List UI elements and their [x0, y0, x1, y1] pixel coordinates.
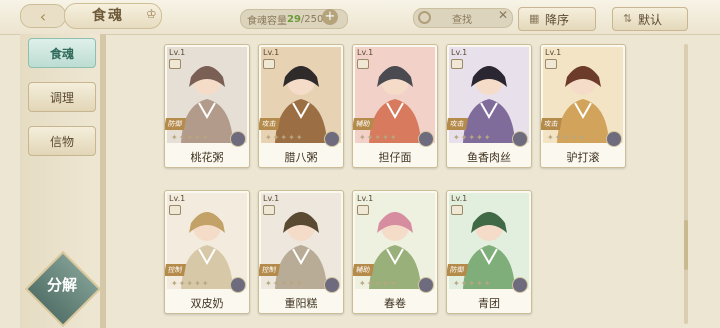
- capacity-total: /250: [300, 13, 324, 25]
- sort-icon: ▦: [529, 12, 540, 25]
- food-soul-card[interactable]: Lv.1 防御 ✦✦✦✦✦ 桃花粥: [164, 44, 250, 168]
- capacity-current: 29: [287, 13, 301, 25]
- swap-icon: ⇅: [623, 12, 633, 25]
- card-name: 青团: [478, 297, 500, 310]
- tab-tokens-label: 信物: [49, 134, 74, 149]
- clear-search-icon[interactable]: ✕: [498, 8, 508, 22]
- tab-conditioning-label: 调理: [49, 90, 74, 105]
- star-rating: ✦✦✦✦✦: [453, 279, 492, 288]
- card-name: 桃花粥: [190, 151, 224, 164]
- tab-tokens[interactable]: 信物: [28, 126, 96, 156]
- lock-icon[interactable]: [357, 59, 369, 69]
- star-rating: ✦✦✦✦✦: [359, 133, 398, 142]
- decompose-label: 分解: [46, 276, 77, 294]
- tab-conditioning[interactable]: 调理: [28, 82, 96, 112]
- food-soul-card[interactable]: Lv.1 辅助 ✦✦✦✦✦ 担仔面: [352, 44, 438, 168]
- card-name: 双皮奶: [190, 297, 224, 310]
- lock-icon[interactable]: [263, 205, 275, 215]
- tab-food-souls-label: 食魂: [49, 46, 74, 61]
- card-level: Lv.1: [169, 194, 186, 203]
- star-rating: ✦✦✦✦✦: [265, 279, 304, 288]
- food-soul-card[interactable]: Lv.1 攻击 ✦✦✦✦✦ 鱼香肉丝: [446, 44, 532, 168]
- sort-mode-button[interactable]: ⇅ 默认: [612, 7, 688, 31]
- element-badge-icon: [230, 277, 246, 293]
- element-badge-icon: [324, 131, 340, 147]
- card-level: Lv.1: [263, 48, 280, 57]
- card-name: 腊八粥: [284, 151, 318, 164]
- sort-order-button[interactable]: ▦ 降序: [518, 7, 596, 31]
- role-badge: 辅助: [353, 264, 375, 276]
- card-name: 春卷: [384, 297, 406, 310]
- element-badge-icon: [324, 277, 340, 293]
- card-name: 鱼香肉丝: [467, 151, 511, 164]
- role-badge: 防御: [447, 264, 469, 276]
- lock-icon[interactable]: [169, 59, 181, 69]
- card-level: Lv.1: [545, 48, 562, 57]
- element-badge-icon: [418, 277, 434, 293]
- card-level: Lv.1: [357, 194, 374, 203]
- element-badge-icon: [512, 131, 528, 147]
- food-soul-card[interactable]: Lv.1 防御 ✦✦✦✦✦ 青团: [446, 190, 532, 314]
- element-badge-icon: [512, 277, 528, 293]
- card-level: Lv.1: [451, 48, 468, 57]
- card-name: 驴打滚: [566, 151, 600, 164]
- card-level: Lv.1: [263, 194, 280, 203]
- lock-icon[interactable]: [451, 59, 463, 69]
- crown-icon: ♔: [146, 7, 157, 21]
- capacity-label: 食魂容量: [247, 15, 287, 27]
- role-badge: 控制: [165, 264, 187, 276]
- back-button[interactable]: ‹: [20, 4, 66, 28]
- role-badge: 攻击: [259, 118, 281, 130]
- star-rating: ✦✦✦✦✦: [359, 279, 398, 288]
- search-placeholder: 查找: [452, 15, 472, 26]
- food-soul-card[interactable]: Lv.1 攻击 ✦✦✦✦✦ 驴打滚: [540, 44, 626, 168]
- star-rating: ✦✦✦✦✦: [171, 279, 210, 288]
- sort-order-label: 降序: [544, 12, 569, 27]
- role-badge: 防御: [165, 118, 187, 130]
- food-soul-card[interactable]: Lv.1 攻击 ✦✦✦✦✦ 腊八粥: [258, 44, 344, 168]
- food-soul-card[interactable]: Lv.1 控制 ✦✦✦✦✦ 双皮奶: [164, 190, 250, 314]
- search-icon: [418, 11, 431, 24]
- element-badge-icon: [606, 131, 622, 147]
- card-name: 担仔面: [378, 151, 412, 164]
- sort-mode-label: 默认: [637, 12, 662, 27]
- role-badge: 辅助: [353, 118, 375, 130]
- scrollbar[interactable]: [684, 44, 688, 324]
- role-badge: 攻击: [541, 118, 563, 130]
- element-badge-icon: [418, 131, 434, 147]
- card-level: Lv.1: [169, 48, 186, 57]
- lock-icon[interactable]: [451, 205, 463, 215]
- star-rating: ✦✦✦✦✦: [265, 133, 304, 142]
- page-title: 食魂: [92, 8, 124, 24]
- lock-icon[interactable]: [263, 59, 275, 69]
- card-name: 重阳糕: [284, 297, 318, 310]
- card-level: Lv.1: [357, 48, 374, 57]
- lock-icon[interactable]: [357, 205, 369, 215]
- scroll-thumb[interactable]: [684, 220, 688, 270]
- role-badge: 攻击: [447, 118, 469, 130]
- back-arrow-icon: ‹: [39, 6, 47, 26]
- element-badge-icon: [230, 131, 246, 147]
- star-rating: ✦✦✦✦✦: [547, 133, 586, 142]
- food-soul-card[interactable]: Lv.1 辅助 ✦✦✦✦✦ 春卷: [352, 190, 438, 314]
- lock-icon[interactable]: [169, 205, 181, 215]
- star-rating: ✦✦✦✦✦: [171, 133, 210, 142]
- lock-icon[interactable]: [545, 59, 557, 69]
- card-level: Lv.1: [451, 194, 468, 203]
- tab-food-souls[interactable]: 食魂: [28, 38, 96, 68]
- sidebar-rail: [100, 34, 106, 328]
- star-rating: ✦✦✦✦✦: [453, 133, 492, 142]
- capacity-add-button[interactable]: +: [322, 9, 338, 25]
- role-badge: 控制: [259, 264, 281, 276]
- food-soul-card[interactable]: Lv.1 控制 ✦✦✦✦✦ 重阳糕: [258, 190, 344, 314]
